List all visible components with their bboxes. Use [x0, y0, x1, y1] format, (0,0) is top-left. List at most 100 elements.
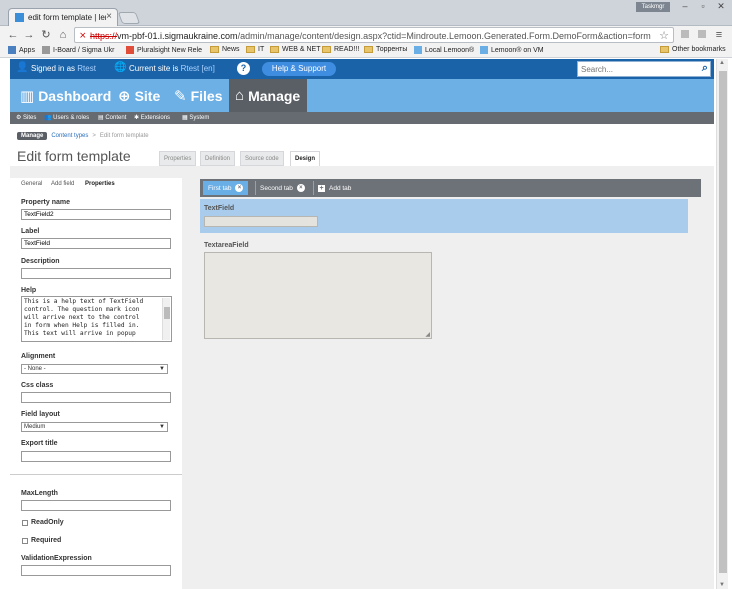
- nav-files[interactable]: ✎ Files: [168, 79, 228, 112]
- breadcrumb-manage[interactable]: Manage: [17, 132, 48, 140]
- profile-badge[interactable]: Taskmgr: [636, 2, 670, 12]
- tab-source-code[interactable]: Source code: [240, 151, 284, 166]
- folder-icon: [210, 46, 219, 53]
- sub-nav: ⚙ Sites 👥 Users & roles ▤ Content ✱ Exte…: [10, 112, 714, 124]
- url-bar[interactable]: ⨯ https://vm-pbf-01.i.sigmaukraine.com/a…: [74, 27, 674, 43]
- extension-icon[interactable]: [680, 28, 690, 42]
- maximize-icon[interactable]: ▫: [694, 1, 712, 11]
- globe-icon: ⊕: [118, 87, 131, 105]
- panel-tab-properties[interactable]: Properties: [85, 181, 115, 187]
- max-length-input[interactable]: [21, 500, 171, 511]
- pluralsight-icon: [126, 46, 134, 54]
- tab-definition[interactable]: Definition: [200, 151, 236, 166]
- subnav-sites[interactable]: ⚙ Sites: [16, 114, 36, 121]
- help-label: Help: [21, 287, 37, 294]
- url-text: https://vm-pbf-01.i.sigmaukraine.com/adm…: [90, 31, 651, 41]
- add-tab-button[interactable]: + Add tab: [313, 181, 356, 195]
- browser-tab[interactable]: edit form template | lemo ×: [8, 8, 118, 26]
- help-icon[interactable]: ?: [237, 62, 250, 75]
- reload-icon[interactable]: ↻: [39, 28, 53, 42]
- css-class-label: Css class: [21, 382, 54, 389]
- page-icon: [42, 46, 50, 54]
- design-field-textfield[interactable]: TextField: [200, 199, 688, 233]
- bookmark-it[interactable]: IT: [246, 46, 264, 53]
- home-icon[interactable]: ⌂: [56, 28, 70, 42]
- design-tab-second[interactable]: Second tab ×: [255, 181, 310, 195]
- scroll-up-icon[interactable]: ▲: [719, 60, 725, 66]
- panel-divider: [10, 474, 182, 475]
- resize-grip-icon[interactable]: ◢: [425, 331, 430, 338]
- bookmark-apps[interactable]: Apps: [8, 46, 35, 54]
- panel-tab-general[interactable]: General: [21, 181, 42, 187]
- folder-icon: [246, 46, 255, 53]
- signed-in-text: Signed in as Rtest: [31, 64, 96, 73]
- page-title: Edit form template: [17, 148, 131, 164]
- scrollbar-thumb[interactable]: [719, 71, 727, 573]
- tab-design[interactable]: Design: [290, 151, 321, 167]
- subnav-system[interactable]: ▦ System: [182, 114, 209, 121]
- page-scrollbar[interactable]: ▲ ▼: [716, 59, 728, 589]
- subnav-users-roles[interactable]: 👥 Users & roles: [44, 114, 89, 121]
- bookmark-torrents[interactable]: Торренты: [364, 46, 407, 53]
- design-tab-first[interactable]: First tab ×: [203, 181, 249, 195]
- search-input[interactable]: [578, 62, 688, 76]
- bookmark-other[interactable]: Other bookmarks: [660, 46, 726, 53]
- close-window-icon[interactable]: ✕: [712, 1, 730, 12]
- subnav-content[interactable]: ▤ Content: [98, 114, 126, 121]
- close-icon[interactable]: ×: [235, 184, 244, 192]
- forward-icon[interactable]: →: [22, 28, 36, 42]
- globe-icon: 🌐: [114, 62, 127, 73]
- close-icon[interactable]: ×: [296, 184, 305, 192]
- current-site-text: Current site is Rtest [en]: [129, 64, 215, 73]
- properties-panel: General Add field Properties Property na…: [10, 178, 182, 589]
- bookmark-news[interactable]: News: [210, 46, 240, 53]
- lemoon-icon: [414, 46, 422, 54]
- new-tab-button[interactable]: [117, 12, 141, 24]
- paperclip-icon: ✎: [174, 87, 187, 105]
- signed-in-user-link[interactable]: Rtest: [77, 64, 96, 73]
- required-checkbox[interactable]: Required: [22, 537, 61, 544]
- back-icon[interactable]: ←: [6, 28, 20, 42]
- bookmark-pluralsight[interactable]: Pluralsight New Rele: [126, 46, 202, 54]
- browser-tabstrip: edit form template | lemo × Taskmgr – ▫ …: [0, 0, 732, 26]
- nav-site[interactable]: ⊕ Site: [112, 79, 166, 112]
- label-input[interactable]: [21, 238, 171, 249]
- bookmark-star-icon[interactable]: ☆: [659, 29, 669, 42]
- help-support-button[interactable]: Help & Support: [262, 62, 336, 76]
- minimize-icon[interactable]: –: [676, 1, 694, 11]
- current-site-link[interactable]: Rtest [en]: [181, 64, 215, 73]
- label-label: Label: [21, 228, 40, 235]
- validation-input[interactable]: [21, 565, 171, 576]
- chevron-down-icon: ▼: [159, 424, 165, 430]
- bookmark-local-lemoon[interactable]: Local Lemoon®: [414, 46, 474, 54]
- app-top-bar: 👤 Signed in as Rtest 🌐 Current site is R…: [10, 59, 714, 79]
- property-name-input[interactable]: [21, 209, 171, 220]
- bookmark-read[interactable]: READ!!!: [322, 46, 359, 53]
- tab-properties[interactable]: Properties: [159, 151, 197, 166]
- folder-icon: [660, 46, 669, 53]
- chrome-menu-icon[interactable]: ≡: [712, 28, 726, 42]
- nav-manage[interactable]: ⌂ Manage: [229, 79, 307, 112]
- css-class-input[interactable]: [21, 392, 171, 403]
- scroll-down-icon[interactable]: ▼: [719, 582, 725, 588]
- field-layout-select[interactable]: Medium ▼: [21, 422, 168, 432]
- subnav-extensions[interactable]: ✱ Extensions: [134, 114, 170, 121]
- breadcrumb-content-types[interactable]: Content types: [51, 133, 88, 139]
- help-textarea-scrollbar[interactable]: [162, 298, 170, 340]
- description-input[interactable]: [21, 268, 171, 279]
- alignment-select[interactable]: - None - ▼: [21, 364, 168, 374]
- nav-dashboard[interactable]: ▥ Dashboard: [14, 79, 117, 112]
- bookmark-lemoon-vm[interactable]: Lemoon® on VM: [480, 46, 544, 54]
- textareafield-preview[interactable]: ◢: [204, 252, 432, 339]
- search-icon[interactable]: ⌕: [702, 62, 708, 75]
- help-textarea[interactable]: This is a help text of TextField control…: [21, 296, 172, 342]
- close-tab-icon[interactable]: ×: [106, 11, 112, 22]
- bookmark-web-net[interactable]: WEB & NET: [270, 46, 321, 53]
- bookmark-iboard[interactable]: I-Board / Sigma Ukr: [42, 46, 114, 54]
- export-title-input[interactable]: [21, 451, 171, 462]
- extension-icon-2[interactable]: [697, 28, 707, 42]
- readonly-checkbox[interactable]: ReadOnly: [22, 519, 64, 526]
- panel-tab-add-field[interactable]: Add field: [51, 181, 74, 187]
- export-title-label: Export title: [21, 440, 58, 447]
- folder-icon: [322, 46, 331, 53]
